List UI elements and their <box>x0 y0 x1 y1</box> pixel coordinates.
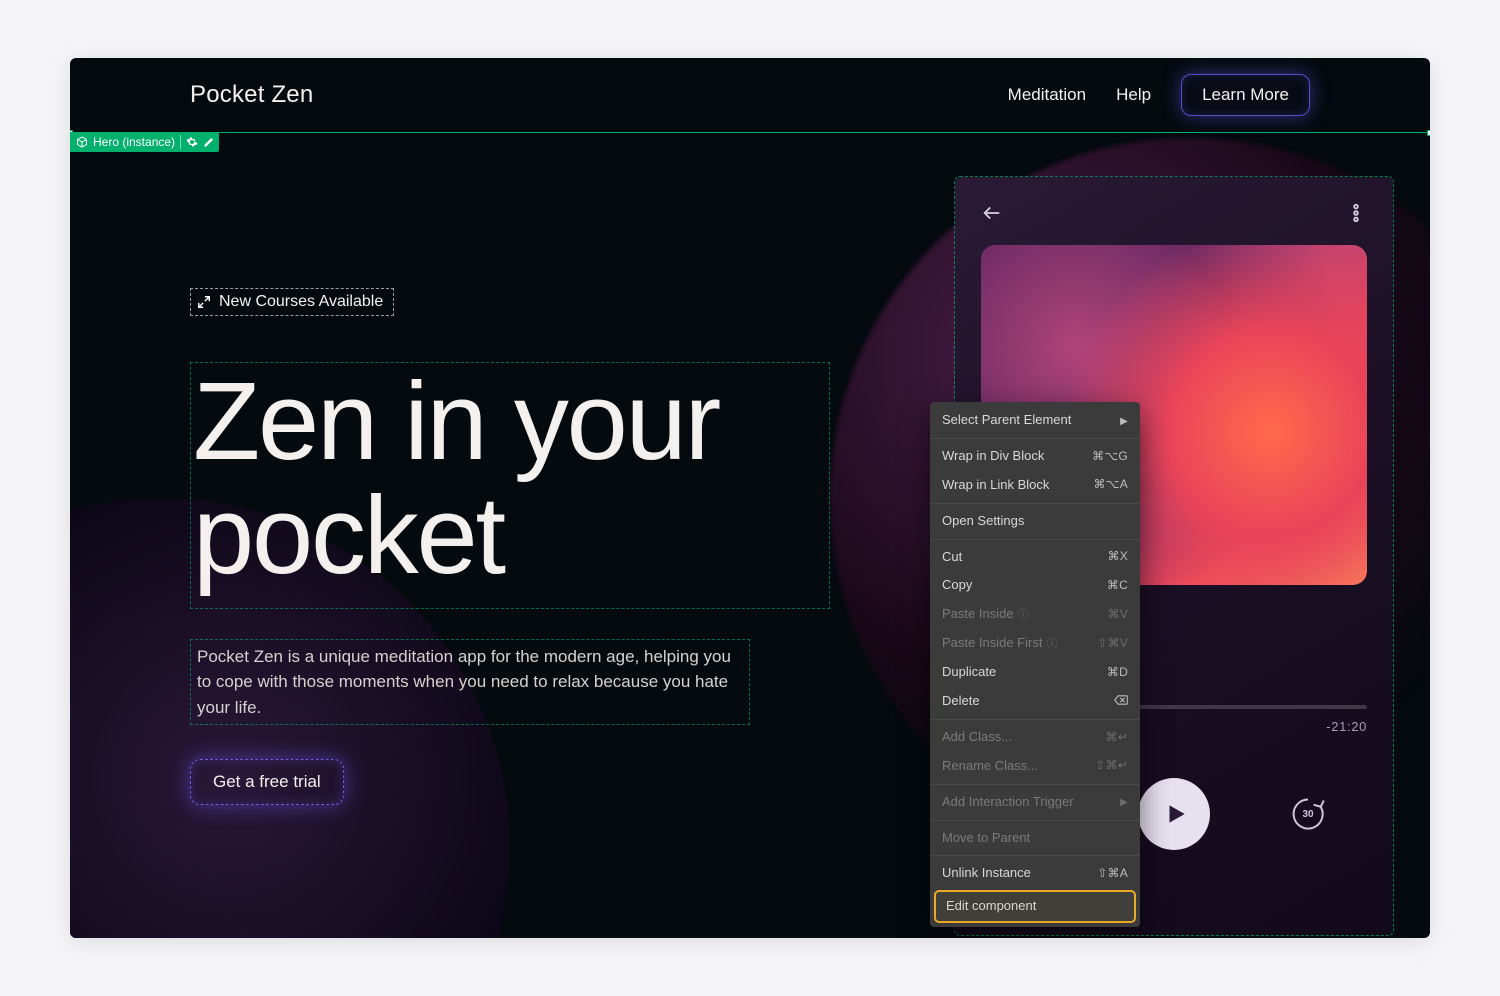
menu-item-wrap-in-div-block[interactable]: Wrap in Div Block⌘⌥G <box>930 442 1140 471</box>
hero-badge-text: New Courses Available <box>219 293 383 311</box>
menu-item-wrap-in-link-block[interactable]: Wrap in Link Block⌘⌥A <box>930 471 1140 500</box>
hero-badge[interactable]: New Courses Available <box>190 288 394 316</box>
menu-item-paste-inside: Paste Insideⓘ⌘V <box>930 600 1140 629</box>
play-icon <box>1163 801 1189 827</box>
hero-subcopy[interactable]: Pocket Zen is a unique meditation app fo… <box>190 639 750 726</box>
component-icon <box>76 136 88 148</box>
selection-tag[interactable]: Hero (instance) <box>70 132 219 152</box>
forward-label: 30 <box>1302 809 1313 820</box>
hero-section[interactable]: New Courses Available Zen in your pocket… <box>190 288 830 805</box>
forward-30-button[interactable]: 30 <box>1288 794 1328 834</box>
expand-icon <box>197 295 211 309</box>
menu-item-open-settings[interactable]: Open Settings <box>930 507 1140 536</box>
menu-separator <box>930 539 1140 540</box>
site-nav: Pocket Zen Meditation Help Learn More <box>70 58 1430 132</box>
menu-item-select-parent-element[interactable]: Select Parent Element▶ <box>930 406 1140 435</box>
menu-item-duplicate[interactable]: Duplicate⌘D <box>930 658 1140 687</box>
menu-item-move-to-parent: Move to Parent <box>930 824 1140 853</box>
menu-item-add-interaction-trigger: Add Interaction Trigger▶ <box>930 788 1140 817</box>
brand-logo[interactable]: Pocket Zen <box>190 81 313 109</box>
menu-item-rename-class: Rename Class...⇧⌘↵ <box>930 752 1140 781</box>
design-canvas[interactable]: Pocket Zen Meditation Help Learn More He… <box>70 58 1430 938</box>
hero-headline[interactable]: Zen in your pocket <box>190 362 830 609</box>
menu-item-paste-inside-first: Paste Inside Firstⓘ⇧⌘V <box>930 629 1140 658</box>
menu-separator <box>930 438 1140 439</box>
menu-separator <box>930 820 1140 821</box>
nav-link-meditation[interactable]: Meditation <box>1008 85 1086 105</box>
gear-icon[interactable] <box>186 136 198 148</box>
menu-item-copy[interactable]: Copy⌘C <box>930 571 1140 600</box>
back-arrow-icon[interactable] <box>981 202 1003 224</box>
menu-separator <box>930 784 1140 785</box>
tag-divider <box>180 135 181 149</box>
context-menu[interactable]: Select Parent Element▶ Wrap in Div Block⌘… <box>930 402 1140 927</box>
menu-item-add-class: Add Class...⌘↵ <box>930 723 1140 752</box>
menu-item-cut[interactable]: Cut⌘X <box>930 543 1140 572</box>
menu-separator <box>930 719 1140 720</box>
menu-item-delete[interactable]: Delete <box>930 687 1140 716</box>
more-vertical-icon[interactable] <box>1345 202 1367 224</box>
play-button[interactable] <box>1138 778 1210 850</box>
nav-cta-learn-more[interactable]: Learn More <box>1181 74 1310 116</box>
menu-separator <box>930 503 1140 504</box>
nav-link-help[interactable]: Help <box>1116 85 1151 105</box>
menu-separator <box>930 855 1140 856</box>
pencil-icon[interactable] <box>203 136 215 148</box>
hero-cta-trial[interactable]: Get a free trial <box>190 759 344 805</box>
selection-label: Hero (instance) <box>93 135 175 149</box>
nav-links: Meditation Help Learn More <box>1008 74 1310 116</box>
menu-item-edit-component[interactable]: Edit component <box>934 890 1136 923</box>
time-remaining: -21:20 <box>1326 719 1367 734</box>
menu-item-unlink-instance[interactable]: Unlink Instance⇧⌘A <box>930 859 1140 888</box>
